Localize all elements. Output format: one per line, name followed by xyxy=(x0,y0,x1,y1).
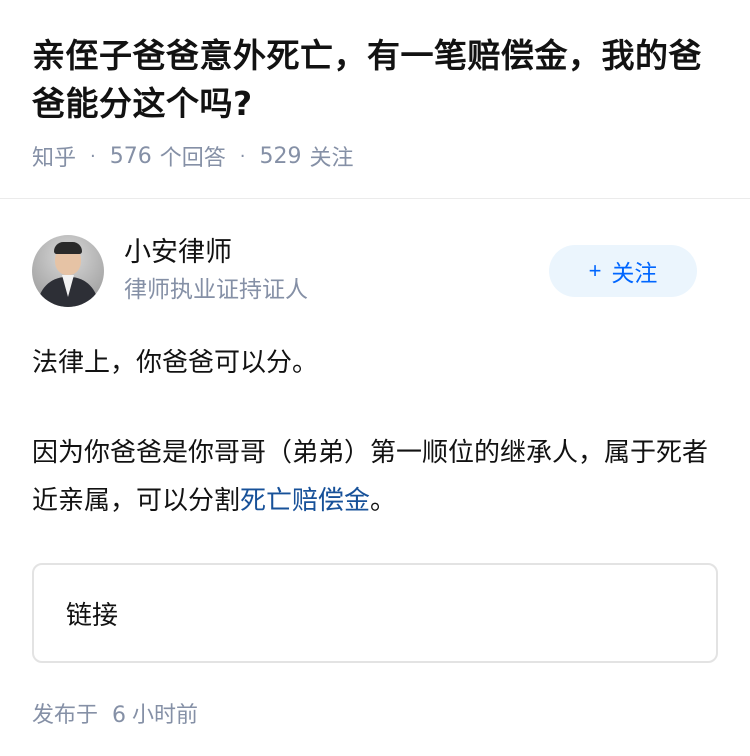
author-info: 小安律师 律师执业证持证人 xyxy=(124,235,308,307)
question-title[interactable]: 亲侄子爸爸意外死亡，有一笔赔偿金，我的爸爸能分这个吗? xyxy=(32,32,718,128)
answer-text-end: 。 xyxy=(370,486,397,516)
avatar[interactable] xyxy=(32,235,104,307)
answer-paragraph: 法律上，你爸爸可以分。 xyxy=(32,348,319,378)
answer-body: 法律上，你爸爸可以分。 因为你爸爸是你哥哥（弟弟）第一顺位的继承人，属于死者近亲… xyxy=(0,339,750,525)
answer-count-label[interactable]: 个回答 xyxy=(160,140,226,172)
publish-time: 发布于 6 小时前 xyxy=(0,663,750,729)
meta-separator: · xyxy=(239,145,246,167)
question-header: 亲侄子爸爸意外死亡，有一笔赔偿金，我的爸爸能分这个吗? 知乎 · 576 个回答… xyxy=(0,0,750,172)
link-card[interactable]: 链接 xyxy=(32,563,718,663)
answer-count[interactable]: 576 xyxy=(110,144,152,169)
follow-label: 关注 xyxy=(611,260,658,286)
question-meta: 知乎 · 576 个回答 · 529 关注 xyxy=(32,140,718,172)
author-name[interactable]: 小安律师 xyxy=(124,235,308,271)
source-label[interactable]: 知乎 xyxy=(32,140,76,172)
follower-count-label[interactable]: 关注 xyxy=(310,140,354,172)
publish-time-unit: 小时前 xyxy=(132,703,199,728)
answer-paragraph: 因为你爸爸是你哥哥（弟弟）第一顺位的继承人，属于死者近亲属，可以分割死亡赔偿金。 xyxy=(32,429,718,525)
publish-time-num: 6 xyxy=(112,703,127,728)
plus-icon: + xyxy=(588,258,602,283)
author-row: 小安律师 律师执业证持证人 + 关注 xyxy=(0,199,750,307)
meta-separator: · xyxy=(90,145,96,167)
follow-button[interactable]: + 关注 xyxy=(549,245,697,297)
follower-count[interactable]: 529 xyxy=(260,144,302,169)
link-card-label: 链接 xyxy=(66,600,119,631)
author-badge: 律师执业证持证人 xyxy=(124,277,308,303)
death-compensation-link[interactable]: 死亡赔偿金 xyxy=(240,486,370,516)
publish-prefix: 发布于 xyxy=(32,703,99,728)
